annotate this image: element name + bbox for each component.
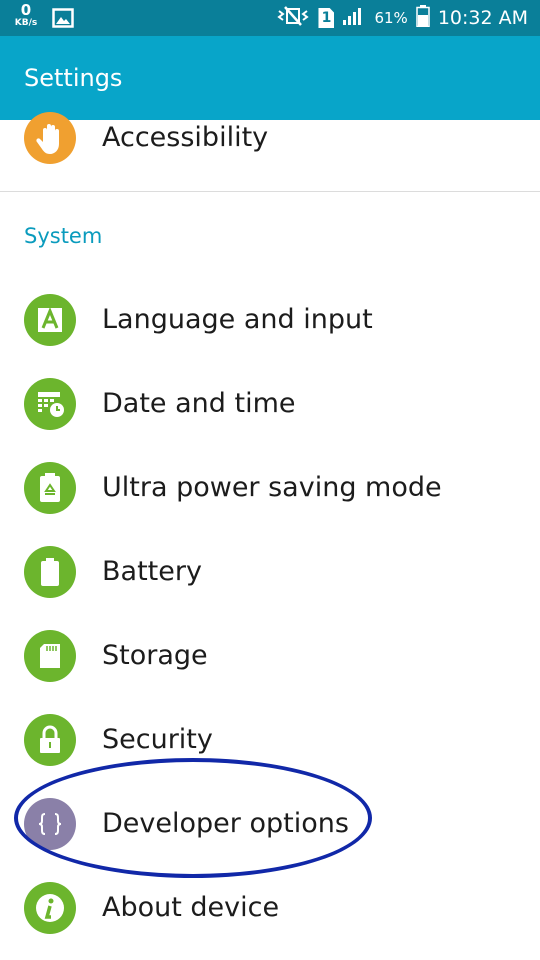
settings-item-label: Language and input: [102, 304, 373, 335]
settings-item-label: Battery: [102, 556, 202, 587]
section-header-system: System: [24, 224, 103, 248]
settings-item-label: About device: [102, 892, 280, 923]
battery-level-icon: [416, 5, 430, 31]
network-speed-unit: KB/s: [14, 18, 38, 28]
settings-item-storage[interactable]: Storage: [0, 614, 540, 698]
sd-card-icon: [24, 630, 76, 682]
battery-recycle-icon: [24, 462, 76, 514]
settings-item-ultra-power-saving-mode[interactable]: Ultra power saving mode: [0, 446, 540, 530]
divider: [0, 191, 540, 192]
sim-card-icon: 1: [318, 8, 335, 28]
highlight-annotation: [14, 758, 372, 878]
battery-icon: [24, 546, 76, 598]
gallery-icon: [52, 8, 74, 32]
calendar-clock-icon: [24, 378, 76, 430]
settings-item-about-device[interactable]: About device: [0, 866, 540, 950]
battery-percent: 61%: [374, 9, 408, 27]
settings-item-label: Storage: [102, 640, 208, 671]
settings-item-label: Ultra power saving mode: [102, 472, 442, 503]
settings-item-label: Date and time: [102, 388, 296, 419]
settings-item-label: Accessibility: [102, 122, 269, 153]
settings-item-language-and-input[interactable]: Language and input: [0, 278, 540, 362]
settings-item-date-and-time[interactable]: Date and time: [0, 362, 540, 446]
lock-icon: [24, 714, 76, 766]
status-bar: 0 KB/s 1 61% 10:32 AM: [0, 0, 540, 36]
settings-item-battery[interactable]: Battery: [0, 530, 540, 614]
mute-vibrate-icon: [276, 6, 310, 30]
signal-strength-icon: [342, 6, 366, 30]
network-speed-indicator: 0 KB/s: [12, 3, 40, 28]
network-speed-value: 0: [20, 1, 32, 19]
language-a-icon: [24, 294, 76, 346]
settings-item-accessibility[interactable]: Accessibility: [0, 96, 540, 180]
hand-icon: [24, 112, 76, 164]
clock: 10:32 AM: [437, 7, 528, 29]
info-icon: [24, 882, 76, 934]
